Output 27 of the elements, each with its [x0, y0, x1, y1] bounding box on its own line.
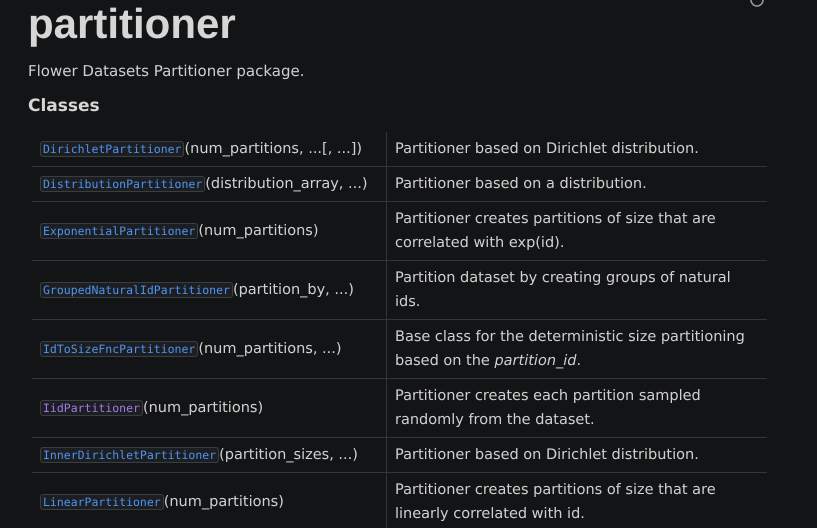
- page-title: partitioner: [28, 0, 236, 49]
- class-signature: (num_partitions, ...): [198, 341, 342, 357]
- class-signature: (num_partitions): [164, 494, 284, 510]
- class-summary: Partitioner creates partitions of size that are linearly correlated with id.: [395, 481, 717, 524]
- class-link[interactable]: InnerDirichletPartitioner: [40, 447, 220, 463]
- class-link[interactable]: DistributionPartitioner: [40, 176, 206, 192]
- class-signature: (num_partitions): [142, 400, 264, 416]
- class-summary: Partitioner based on Dirichlet distribution.: [395, 446, 700, 465]
- class-signature: (num_partitions, ...[, ...]): [184, 141, 362, 157]
- class-signature: (partition_sizes, ...): [219, 447, 358, 463]
- class-summary: Partitioner based on Dirichlet distribution.: [395, 140, 700, 159]
- module-description: Flower Datasets Partitioner package.: [28, 61, 304, 82]
- class-summary: Partitioner creates partitions of size that are correlated with exp(id).: [395, 210, 717, 253]
- class-link[interactable]: GroupedNaturalIdPartitioner: [40, 282, 233, 298]
- class-link[interactable]: IidPartitioner: [40, 400, 143, 416]
- class-link[interactable]: DirichletPartitioner: [40, 141, 184, 157]
- class-signature: (distribution_array, ...): [205, 176, 368, 192]
- class-link[interactable]: LinearPartitioner: [40, 494, 164, 510]
- section-heading: Classes: [28, 95, 100, 118]
- class-signature: (num_partitions): [198, 223, 318, 239]
- class-summary: Partition dataset by creating groups of natural ids.: [395, 269, 732, 312]
- class-summary: Partitioner creates each partition sampled randomly from the dataset.: [395, 387, 702, 430]
- class-link[interactable]: IdToSizeFncPartitioner: [40, 341, 198, 357]
- class-summary: Base class for the deterministic size partitioning based on the partition_id.: [395, 328, 746, 371]
- class-signature: (partition_by, ...): [232, 282, 354, 298]
- class-summary: Partitioner based on a distribution.: [395, 175, 648, 194]
- class-link[interactable]: ExponentialPartitioner: [40, 223, 198, 239]
